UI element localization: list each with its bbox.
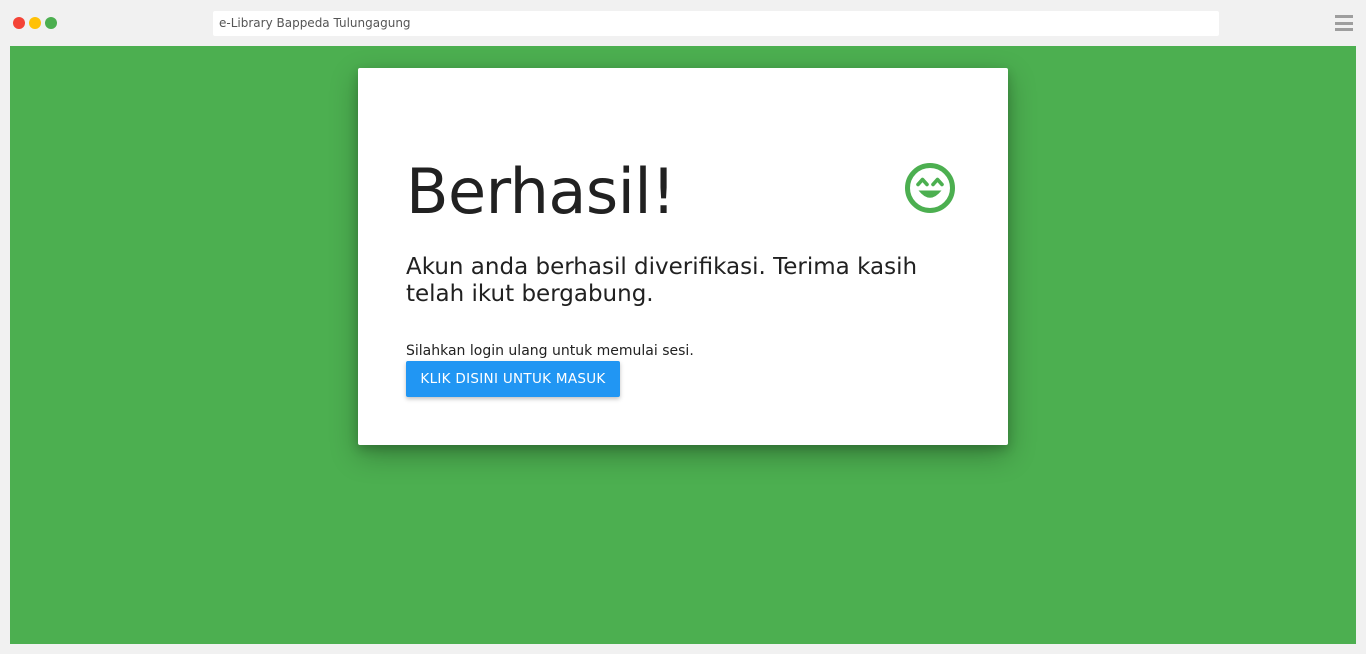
verification-card: Berhasil! Akun anda berhasil diverifikas… bbox=[358, 68, 1008, 445]
menu-icon-bar bbox=[1335, 15, 1353, 18]
hamburger-menu-icon[interactable] bbox=[1335, 15, 1353, 31]
verification-message: Akun anda berhasil diverifikasi. Terima … bbox=[406, 254, 918, 307]
page-viewport: Berhasil! Akun anda berhasil diverifikas… bbox=[10, 46, 1356, 644]
login-hint: Silahkan login ulang untuk memulai sesi. bbox=[406, 343, 694, 359]
close-window-button[interactable] bbox=[13, 17, 25, 29]
smiling-face-icon bbox=[905, 163, 955, 213]
browser-chrome: e-Library Bappeda Tulungagung bbox=[0, 0, 1366, 46]
window-controls bbox=[13, 17, 57, 29]
menu-icon-bar bbox=[1335, 28, 1353, 31]
minimize-window-button[interactable] bbox=[29, 17, 41, 29]
maximize-window-button[interactable] bbox=[45, 17, 57, 29]
page-title: Berhasil! bbox=[406, 155, 676, 228]
menu-icon-bar bbox=[1335, 21, 1353, 25]
login-button[interactable]: KLIK DISINI UNTUK MASUK bbox=[406, 361, 620, 397]
address-bar[interactable]: e-Library Bappeda Tulungagung bbox=[213, 11, 1219, 36]
